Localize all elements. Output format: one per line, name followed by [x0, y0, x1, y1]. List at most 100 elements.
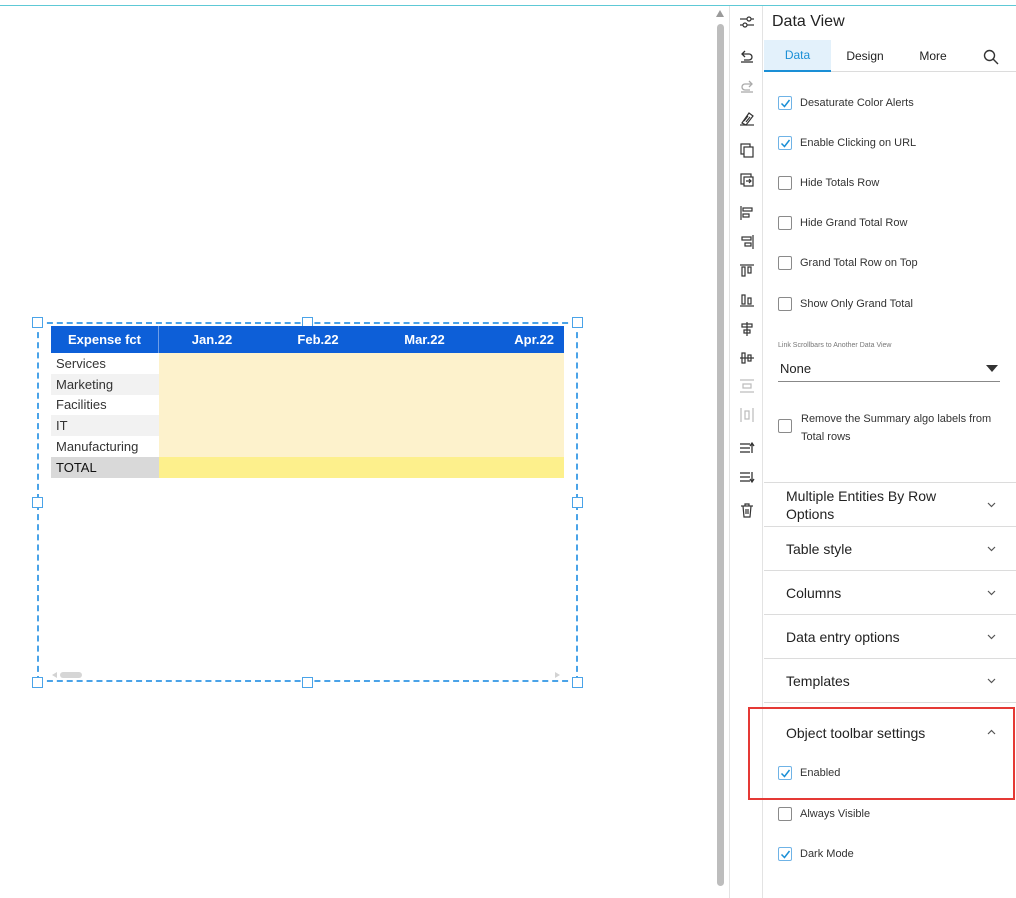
search-icon[interactable] — [982, 48, 1000, 66]
distribute-vertical-icon[interactable] — [737, 376, 757, 396]
column-header[interactable]: Mar.22 — [371, 326, 478, 353]
checkbox[interactable] — [778, 216, 792, 230]
scroll-right-arrow[interactable] — [555, 672, 560, 678]
format-painter-icon[interactable] — [737, 108, 757, 128]
checkbox[interactable] — [778, 297, 792, 311]
data-cells[interactable] — [159, 373, 564, 395]
distribute-horizontal-icon[interactable] — [737, 405, 757, 425]
section-title: Data entry options — [786, 628, 900, 645]
align-right-icon[interactable] — [737, 232, 757, 252]
data-cells[interactable] — [159, 436, 564, 457]
section-title: Table style — [786, 540, 853, 557]
option-label: Desaturate Color Alerts — [800, 97, 914, 109]
option-label: Always Visible — [800, 808, 871, 820]
section-templates[interactable]: Templates — [764, 658, 1016, 702]
scroll-up-arrow[interactable] — [716, 10, 724, 17]
section-table-style[interactable]: Table style — [764, 526, 1016, 570]
option-desaturate-color-alerts[interactable]: Desaturate Color Alerts — [778, 96, 914, 110]
send-backward-icon[interactable] — [737, 467, 757, 487]
option-show-only-grand-total[interactable]: Show Only Grand Total — [778, 297, 913, 311]
section-columns[interactable]: Columns — [764, 570, 1016, 614]
align-bottom-icon[interactable] — [737, 290, 757, 310]
resize-handle-left[interactable] — [32, 497, 43, 508]
column-header[interactable]: Feb.22 — [265, 326, 371, 353]
row-label: Facilities — [56, 397, 107, 413]
data-view-table: Expense fct Jan.22 Feb.22 Mar.22 Apr.22 … — [51, 326, 564, 478]
align-left-icon[interactable] — [737, 203, 757, 223]
option-label: Remove the Summary algo labels from Tota… — [801, 413, 992, 443]
chevron-down-icon — [987, 634, 996, 640]
table-row: Manufacturing — [51, 436, 564, 457]
tab-data[interactable]: Data — [764, 40, 831, 72]
scroll-left-arrow[interactable] — [52, 672, 57, 678]
chevron-down-icon — [987, 678, 996, 684]
table-row: Marketing — [51, 373, 564, 395]
option-grand-total-row-on-top[interactable]: Grand Total Row on Top — [778, 256, 918, 270]
tab-more[interactable]: More — [899, 40, 967, 72]
section-title: Columns — [786, 584, 842, 601]
align-center-vertical-icon[interactable] — [737, 348, 757, 368]
chevron-down-icon — [987, 502, 996, 508]
align-center-horizontal-icon[interactable] — [737, 319, 757, 339]
copy-icon[interactable] — [737, 140, 757, 160]
checkbox[interactable] — [778, 807, 792, 821]
checkbox-checked[interactable] — [778, 847, 792, 861]
option-always-visible[interactable]: Always Visible — [778, 807, 870, 821]
column-header[interactable]: Expense fct — [51, 326, 159, 353]
option-label: Show Only Grand Total — [800, 298, 913, 310]
redo-icon[interactable] — [737, 76, 757, 96]
table-row: Facilities — [51, 394, 564, 416]
link-scrollbars-select[interactable]: None — [778, 355, 1000, 382]
bring-forward-icon[interactable] — [737, 438, 757, 458]
sliders-icon[interactable] — [737, 12, 757, 32]
data-cells[interactable] — [159, 415, 564, 437]
delete-icon[interactable] — [737, 500, 757, 520]
checkbox-checked[interactable] — [778, 136, 792, 150]
section-title: Multiple Entities By Row Options — [786, 487, 937, 522]
caret-down-icon — [986, 364, 998, 372]
resize-handle-top-left[interactable] — [32, 317, 43, 328]
option-label: Grand Total Row on Top — [800, 257, 918, 269]
checkbox-checked[interactable] — [778, 96, 792, 110]
align-top-icon[interactable] — [737, 261, 757, 281]
chevron-down-icon — [987, 546, 996, 552]
checkbox[interactable] — [778, 419, 792, 433]
tab-design[interactable]: Design — [831, 40, 899, 72]
option-label: Dark Mode — [800, 848, 854, 860]
vertical-scrollbar[interactable] — [717, 24, 724, 886]
option-remove-summary-labels[interactable]: Remove the Summary algo labels from Tota… — [778, 410, 1000, 446]
row-label: Manufacturing — [56, 439, 139, 455]
column-header[interactable]: Apr.22 — [478, 326, 564, 353]
option-dark-mode[interactable]: Dark Mode — [778, 847, 854, 861]
section-multiple-entities[interactable]: Multiple Entities By Row Options — [764, 482, 1016, 526]
checkbox[interactable] — [778, 176, 792, 190]
total-row: TOTAL — [51, 456, 564, 478]
resize-handle-right[interactable] — [572, 497, 583, 508]
option-enable-clicking-on-url[interactable]: Enable Clicking on URL — [778, 136, 916, 150]
option-hide-grand-total-row[interactable]: Hide Grand Total Row — [778, 216, 907, 230]
resize-handle-bottom[interactable] — [302, 677, 313, 688]
section-data-entry-options[interactable]: Data entry options — [764, 614, 1016, 658]
paste-icon[interactable] — [737, 170, 757, 190]
panel-tabs: Data Design More — [764, 40, 1016, 72]
table-row: IT — [51, 415, 564, 437]
option-hide-totals-row[interactable]: Hide Totals Row — [778, 176, 879, 190]
link-scrollbars-label: Link Scrollbars to Another Data View — [778, 342, 892, 349]
option-label: Enable Clicking on URL — [800, 137, 917, 149]
undo-icon[interactable] — [737, 46, 757, 66]
data-cells[interactable] — [159, 353, 564, 374]
resize-handle-bottom-left[interactable] — [32, 677, 43, 688]
option-label: Hide Grand Total Row — [800, 217, 908, 229]
data-cells[interactable] — [159, 394, 564, 416]
section-title: Templates — [786, 672, 850, 689]
resize-handle-bottom-right[interactable] — [572, 677, 583, 688]
highlight-box — [748, 707, 1015, 800]
row-label: IT — [51, 415, 159, 437]
column-header[interactable]: Jan.22 — [159, 326, 265, 353]
checkbox[interactable] — [778, 256, 792, 270]
total-cells[interactable] — [159, 456, 564, 478]
chevron-down-icon — [987, 590, 996, 596]
resize-handle-top-right[interactable] — [572, 317, 583, 328]
select-value: None — [780, 360, 812, 376]
horizontal-scrollbar[interactable] — [60, 672, 82, 678]
